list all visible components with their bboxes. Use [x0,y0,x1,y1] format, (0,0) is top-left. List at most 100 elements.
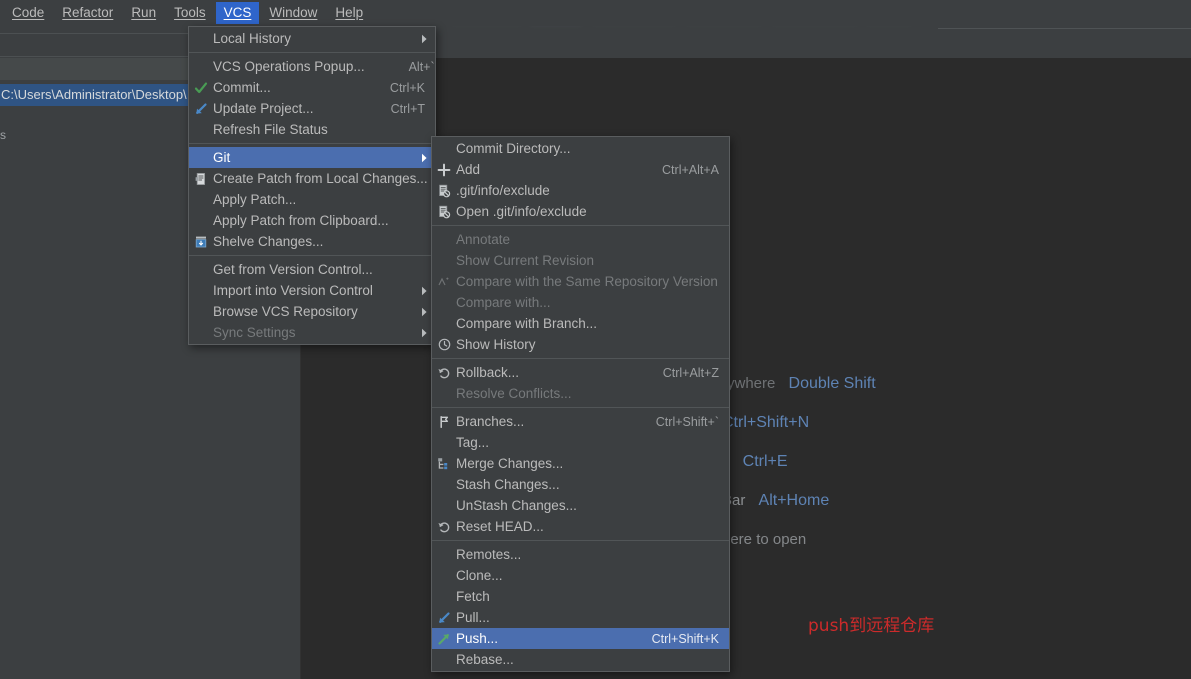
plus-icon [432,159,456,180]
menu-item-label: Local History [213,31,292,46]
no-icon [432,649,456,670]
git-menu-item-clone[interactable]: Clone... [432,565,729,586]
vcs-menu-item-update-project[interactable]: Update Project... Ctrl+T [189,98,435,119]
exclude-icon [432,201,456,222]
vcs-menu-item-sync-settings: Sync Settings [189,322,435,343]
menubar-item-tools[interactable]: Tools [166,2,214,24]
git-menu-item-rollback[interactable]: Rollback... Ctrl+Alt+Z [432,362,729,383]
background-dialog-path-field[interactable]: C:\Users\Administrator\Desktop\ [0,84,190,106]
menubar-item-refactor[interactable]: Refactor [54,2,121,24]
git-menu-item-rebase[interactable]: Rebase... [432,649,729,670]
menu-separator [189,255,435,256]
vcs-menu-item-import-into-version-control[interactable]: Import into Version Control [189,280,435,301]
arrow-up-right-icon [432,628,456,649]
menu-item-shortcut: Ctrl+Shift+` [655,414,719,429]
no-icon [189,119,213,140]
git-menu-item-compare-with-the-same-repository-version: Compare with the Same Repository Version [432,271,729,292]
git-menu-item-remotes[interactable]: Remotes... [432,544,729,565]
git-menu-item-stash-changes[interactable]: Stash Changes... [432,474,729,495]
vcs-menu-item-shelve-changes[interactable]: Shelve Changes... [189,231,435,252]
chevron-right-icon [421,34,435,44]
editor-hint-text: here to open [722,531,807,548]
git-menu-item-merge-changes[interactable]: Merge Changes... [432,453,729,474]
menu-item-label: Update Project... [213,101,314,116]
editor-hint-shortcut: Alt+Home [758,492,830,509]
editor-hint-shortcut: Ctrl+Shift+N [722,414,810,431]
git-menu-item-pull[interactable]: Pull... [432,607,729,628]
vcs-menu-item-get-from-version-control[interactable]: Get from Version Control... [189,259,435,280]
vcs-menu-item-vcs-operations-popup[interactable]: VCS Operations Popup... Alt+` [189,56,435,77]
no-icon [189,56,213,77]
menu-item-label: Create Patch from Local Changes... [213,171,428,186]
vcs-menu-item-create-patch-from-local-changes[interactable]: Create Patch from Local Changes... [189,168,435,189]
menubar-item-label: Refactor [62,5,114,20]
menubar-item-label: Help [335,5,364,20]
no-icon [432,229,456,250]
menu-item-label: Sync Settings [213,325,296,340]
git-menu-item-tag[interactable]: Tag... [432,432,729,453]
menu-item-label: .git/info/exclude [456,183,550,198]
menubar-item-window[interactable]: Window [261,2,325,24]
git-menu-item-resolve-conflicts: Resolve Conflicts... [432,383,729,404]
no-icon [189,322,213,343]
arrow-down-left-icon [432,607,456,628]
git-menu-item-git-info-exclude[interactable]: .git/info/exclude [432,180,729,201]
no-icon [432,138,456,159]
git-menu-item-show-history[interactable]: Show History [432,334,729,355]
git-menu-item-open-git-info-exclude[interactable]: Open .git/info/exclude [432,201,729,222]
menu-separator [432,225,729,226]
ide-window: C:\Users\Administrator\Desktop\ s rywher… [0,0,1191,679]
git-menu-item-commit-directory[interactable]: Commit Directory... [432,138,729,159]
shelve-icon [189,231,213,252]
menu-item-shortcut: Ctrl+K [389,80,425,95]
menubar-item-run[interactable]: Run [123,2,164,24]
menu-item-label: Commit... [213,80,271,95]
git-menu-item-push[interactable]: Push... Ctrl+Shift+K [432,628,729,649]
menu-item-label: Stash Changes... [456,477,560,492]
git-menu-item-compare-with-branch[interactable]: Compare with Branch... [432,313,729,334]
menu-item-label: Reset HEAD... [456,519,544,534]
vcs-menu-item-local-history[interactable]: Local History [189,28,435,49]
exclude-icon [432,180,456,201]
editor-hint-search-everywhere: rywhere Double Shift [722,375,876,393]
git-menu-item-reset-head[interactable]: Reset HEAD... [432,516,729,537]
menu-item-label: Rollback... [456,365,520,380]
editor-hint-shortcut: Ctrl+E [742,453,788,470]
menu-item-label: Merge Changes... [456,456,564,471]
menu-item-label: Browse VCS Repository [213,304,358,319]
git-menu-item-unstash-changes[interactable]: UnStash Changes... [432,495,729,516]
no-icon [432,586,456,607]
git-menu-item-compare-with: Compare with... [432,292,729,313]
git-menu-item-branches[interactable]: Branches... Ctrl+Shift+` [432,411,729,432]
menu-separator [432,358,729,359]
vcs-menu-item-commit[interactable]: Commit... Ctrl+K [189,77,435,98]
menu-item-label: Commit Directory... [456,141,571,156]
menu-item-label: Compare with... [456,295,551,310]
menubar-item-code[interactable]: Code [4,2,52,24]
menu-separator [432,540,729,541]
no-icon [189,147,213,168]
menubar-item-help[interactable]: Help [327,2,371,24]
no-icon [432,313,456,334]
no-icon [189,259,213,280]
menu-item-label: UnStash Changes... [456,498,577,513]
menu-item-label: Shelve Changes... [213,234,324,249]
editor-hint-text: rywhere [722,375,776,392]
git-menu-item-add[interactable]: Add Ctrl+Alt+A [432,159,729,180]
vcs-menu-item-browse-vcs-repository[interactable]: Browse VCS Repository [189,301,435,322]
menubar-item-vcs[interactable]: VCS [215,2,260,24]
vcs-menu-item-git[interactable]: Git [189,147,435,168]
menu-item-shortcut: Alt+` [408,59,435,74]
menu-item-label: Refresh File Status [213,122,328,137]
editor-hint-shortcut: Double Shift [788,375,876,392]
menu-item-label: Fetch [456,589,490,604]
no-icon [432,544,456,565]
vcs-menu-item-apply-patch[interactable]: Apply Patch... [189,189,435,210]
patch-icon [189,168,213,189]
menu-item-label: Get from Version Control... [213,262,373,277]
git-menu-item-fetch[interactable]: Fetch [432,586,729,607]
vcs-menu-item-refresh-file-status[interactable]: Refresh File Status [189,119,435,140]
vcs-menu-item-apply-patch-from-clipboard[interactable]: Apply Patch from Clipboard... [189,210,435,231]
menu-item-label: Annotate [456,232,511,247]
git-menu-item-annotate: Annotate [432,229,729,250]
